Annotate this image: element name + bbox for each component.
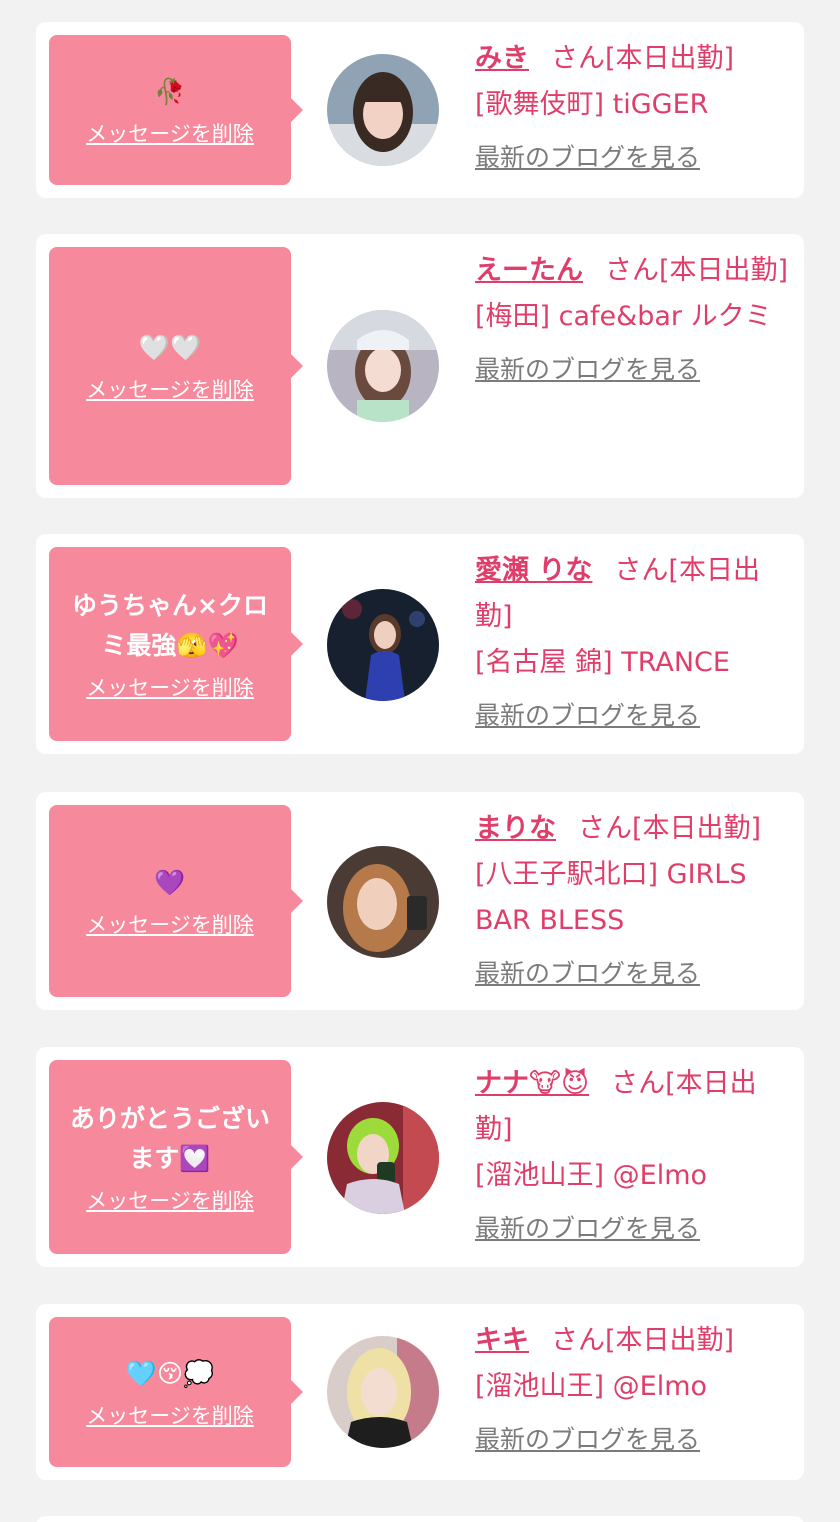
message-card: ありがとうございます💟 メッセージを削除 ナナ🐮😈 さん[本日出勤] [溜池山王]…: [36, 1047, 804, 1267]
delete-message-link[interactable]: メッセージを削除: [86, 374, 254, 404]
message-text: 💜: [154, 868, 186, 897]
shop-location: [溜池山王] @Elmo: [475, 1371, 708, 1402]
latest-blog-link[interactable]: 最新のブログを見る: [475, 956, 793, 992]
status-text: さん[本日出勤]: [551, 1325, 735, 1356]
message-text: 🥀: [154, 77, 186, 106]
card-info: 愛瀬 りな さん[本日出勤] [名古屋 錦] TRANCE 最新のブログを見る: [475, 548, 793, 734]
message-bubble: ゆうちゃん×クロミ最強🫣💖 メッセージを削除: [49, 547, 303, 741]
card-info: ナナ🐮😈 さん[本日出勤] [溜池山王] @Elmo 最新のブログを見る: [475, 1061, 793, 1247]
status-text: さん[本日出勤]: [605, 255, 789, 286]
message-card: 💜 メッセージを削除 まりな さん[本日出勤] [八王子駅北口] GIRLS BA…: [36, 792, 804, 1010]
latest-blog-link[interactable]: 最新のブログを見る: [475, 140, 793, 176]
message-card: 🥀 メッセージを削除 みき さん[本日出勤] [歌舞伎町] tiGGER 最新のブ…: [36, 22, 804, 198]
girl-name-link[interactable]: キキ: [475, 1325, 529, 1356]
girl-name-link[interactable]: みき: [475, 43, 529, 74]
delete-message-link[interactable]: メッセージを削除: [86, 1400, 254, 1430]
message-bubble: 🤍🤍 メッセージを削除: [49, 247, 303, 485]
delete-message-link[interactable]: メッセージを削除: [86, 909, 254, 939]
shop-location: [梅田] cafe&bar ルクミ: [475, 301, 772, 332]
avatar[interactable]: [327, 846, 439, 958]
message-card: 🩵😚💭 メッセージを削除 キキ さん[本日出勤] [溜池山王] @Elmo 最新の…: [36, 1304, 804, 1480]
avatar-photo-icon: [327, 1102, 439, 1214]
status-text: さん[本日出勤]: [551, 43, 735, 74]
message-bubble: 🩵😚💭 メッセージを削除: [49, 1317, 303, 1467]
card-info: えーたん さん[本日出勤] [梅田] cafe&bar ルクミ 最新のブログを見る: [475, 248, 793, 388]
girl-name-link[interactable]: 愛瀬 りな: [475, 555, 592, 586]
delete-message-link[interactable]: メッセージを削除: [86, 672, 254, 702]
shop-location: [溜池山王] @Elmo: [475, 1160, 708, 1191]
avatar-photo-icon: [327, 310, 439, 422]
avatar[interactable]: [327, 589, 439, 701]
avatar[interactable]: [327, 1336, 439, 1448]
delete-message-link[interactable]: メッセージを削除: [86, 118, 254, 148]
latest-blog-link[interactable]: 最新のブログを見る: [475, 352, 793, 388]
latest-blog-link[interactable]: 最新のブログを見る: [475, 1211, 793, 1247]
message-text: ありがとうございます💟: [69, 1104, 270, 1173]
latest-blog-link[interactable]: 最新のブログを見る: [475, 1422, 793, 1458]
message-bubble: 💜 メッセージを削除: [49, 805, 303, 997]
card-info: まりな さん[本日出勤] [八王子駅北口] GIRLS BAR BLESS 最新の…: [475, 806, 793, 992]
message-text: 🤍🤍: [138, 333, 202, 362]
message-card: ゆうちゃん×クロミ最強🫣💖 メッセージを削除 愛瀬 りな さん[本日出勤] [名古…: [36, 534, 804, 754]
girl-name-link[interactable]: ナナ🐮😈: [475, 1068, 589, 1099]
shop-location: [歌舞伎町] tiGGER: [475, 89, 709, 120]
avatar[interactable]: [327, 310, 439, 422]
shop-location: [名古屋 錦] TRANCE: [475, 647, 730, 678]
message-bubble: ありがとうございます💟 メッセージを削除: [49, 1060, 303, 1254]
avatar-photo-icon: [327, 1336, 439, 1448]
girl-name-link[interactable]: まりな: [475, 813, 556, 844]
avatar-photo-icon: [327, 589, 439, 701]
message-card: 🤍🤍 メッセージを削除 えーたん さん[本日出勤] [梅田] cafe&bar ル…: [36, 234, 804, 498]
card-info: キキ さん[本日出勤] [溜池山王] @Elmo 最新のブログを見る: [475, 1318, 793, 1458]
message-bubble: 🥀 メッセージを削除: [49, 35, 303, 185]
avatar-photo-icon: [327, 54, 439, 166]
latest-blog-link[interactable]: 最新のブログを見る: [475, 698, 793, 734]
shop-location: [八王子駅北口] GIRLS BAR BLESS: [475, 859, 747, 936]
card-info: みき さん[本日出勤] [歌舞伎町] tiGGER 最新のブログを見る: [475, 36, 793, 176]
message-text: ゆうちゃん×クロミ最強🫣💖: [72, 591, 268, 660]
avatar[interactable]: [327, 1102, 439, 1214]
message-card-partial: [36, 1516, 804, 1522]
avatar[interactable]: [327, 54, 439, 166]
delete-message-link[interactable]: メッセージを削除: [86, 1185, 254, 1215]
status-text: さん[本日出勤]: [578, 813, 762, 844]
avatar-photo-icon: [327, 846, 439, 958]
message-text: 🩵😚💭: [125, 1359, 215, 1388]
girl-name-link[interactable]: えーたん: [475, 255, 583, 286]
